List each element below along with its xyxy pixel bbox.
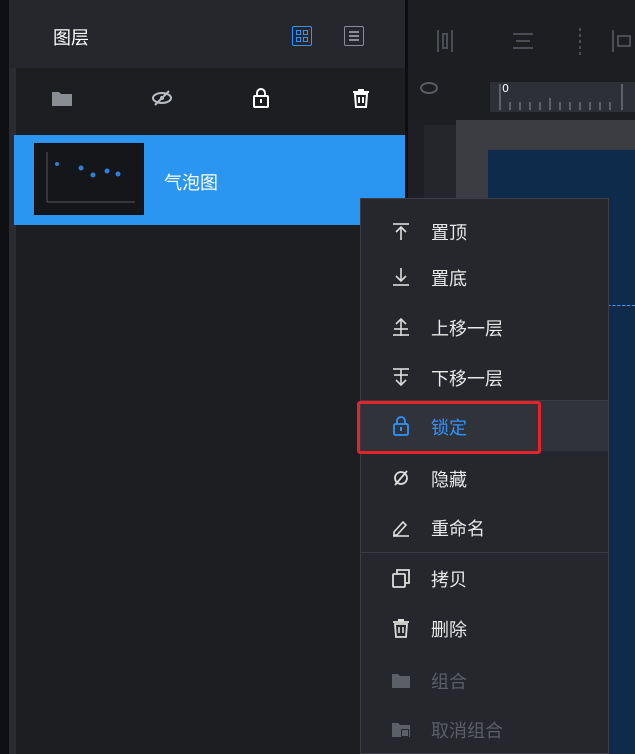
menu-item-label: 上移一层 <box>431 319 503 340</box>
eye-icon[interactable] <box>420 82 438 94</box>
folder-icon[interactable] <box>51 88 73 108</box>
copy-icon <box>392 569 410 588</box>
menu-item-label: 置顶 <box>431 223 467 244</box>
hide-icon <box>394 470 408 486</box>
panel-title: 图层 <box>53 28 89 49</box>
layers-panel-header: 图层 <box>9 0 405 68</box>
highlight-box <box>357 401 541 454</box>
menu-item-label: 隐藏 <box>431 470 467 491</box>
layer-name: 气泡图 <box>164 173 218 194</box>
group-icon <box>392 674 410 688</box>
rename-icon <box>393 520 409 537</box>
context-menu: 置顶 置底 上移一层 下移一层 锁定 隐藏 重命名 拷贝 删除 组合 取消组合 <box>360 198 609 754</box>
menu-item-label: 拷贝 <box>431 570 467 591</box>
layer-item-bubble-chart[interactable]: 气泡图 <box>14 135 405 225</box>
menu-item-rename[interactable]: 重命名 <box>361 502 608 552</box>
menu-item-group[interactable]: 组合 <box>361 655 608 705</box>
menu-item-ungroup[interactable]: 取消组合 <box>361 704 608 754</box>
align-toolbar <box>408 0 635 68</box>
menu-item-hide[interactable]: 隐藏 <box>361 453 608 503</box>
menu-item-move-up[interactable]: 上移一层 <box>361 302 608 352</box>
move-down-icon <box>393 368 409 387</box>
menu-item-move-to-top[interactable]: 置顶 <box>361 206 608 256</box>
grid-view-icon[interactable] <box>292 26 312 46</box>
menu-item-label: 下移一层 <box>431 369 503 390</box>
move-to-top-icon <box>393 223 409 240</box>
menu-item-label: 删除 <box>431 620 467 641</box>
menu-item-delete[interactable]: 删除 <box>361 603 608 653</box>
list-view-icon[interactable] <box>344 26 364 46</box>
ungroup-icon <box>392 723 410 737</box>
menu-item-label: 取消组合 <box>431 721 503 742</box>
layer-thumbnail <box>34 143 144 215</box>
menu-item-label: 重命名 <box>431 519 485 540</box>
lock-icon[interactable] <box>250 88 272 108</box>
window-edge <box>0 0 9 754</box>
menu-item-move-to-bottom[interactable]: 置底 <box>361 252 608 302</box>
menu-item-label: 置底 <box>431 269 467 290</box>
move-up-icon <box>393 317 409 336</box>
trash-icon[interactable] <box>350 88 372 108</box>
layers-toolbar <box>9 68 405 126</box>
horizontal-ruler: 0 <box>490 82 635 112</box>
delete-icon <box>393 619 409 638</box>
menu-item-label: 组合 <box>431 672 467 693</box>
layers-panel: 图层 <box>9 0 405 754</box>
eye-hide-icon[interactable] <box>151 88 173 108</box>
move-to-bottom-icon <box>393 268 409 286</box>
menu-item-move-down[interactable]: 下移一层 <box>361 352 608 402</box>
menu-item-copy[interactable]: 拷贝 <box>361 553 608 603</box>
